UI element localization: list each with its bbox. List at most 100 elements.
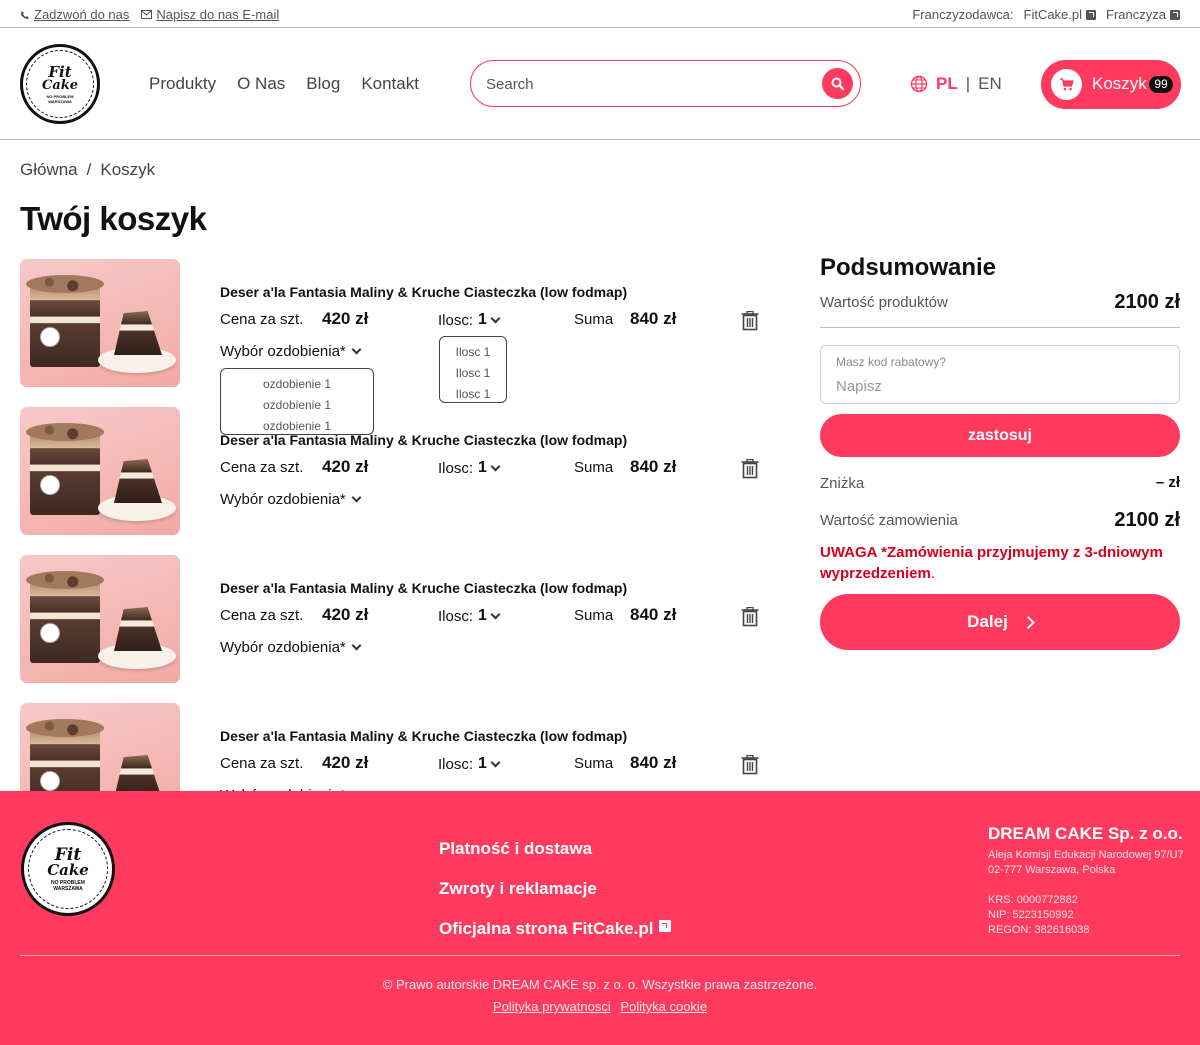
chevron-down-icon [351,344,362,355]
item-sum: 840 zł [630,457,677,476]
cookie-policy-link[interactable]: Polityka cookie [620,999,707,1014]
quantity-select[interactable]: Ilosc: 1 [438,311,501,329]
next-button[interactable]: Dalej [820,594,1180,650]
quantity-select[interactable]: Ilosc: 1 [438,459,501,477]
nav-blog[interactable]: Blog [306,74,340,94]
trash-icon[interactable] [741,607,759,627]
products-value-label: Wartość produktów [820,294,948,311]
chevron-down-icon [490,609,501,619]
company-info: DREAM CAKE Sp. z o.o. Aleja Komisji Eduk… [988,824,1188,938]
policy-links: Polityka prywatnosci Polityka cookie [0,999,1200,1014]
quantity-value: 1 [478,607,487,624]
franchise-link-label: Franczyza [1106,7,1166,22]
item-sum: 840 zł [630,753,677,772]
sum-label: Suma [574,311,614,328]
official-site-link[interactable]: Oficjalna strona FitCake.pl [439,909,672,949]
sum-label: Suma [574,755,614,772]
franchise-links: Franczyzodawca: FitCake.pl Franczyza [912,7,1180,22]
coupon-label: Masz kod rabatowy? [836,355,947,369]
nav-produkty[interactable]: Produkty [149,74,216,94]
call-link[interactable]: Zadzwoń do nas [20,7,129,22]
company-regon: REGON: 382616038 [988,924,1090,936]
top-bar: Zadzwoń do nas Napisz do nas E-mail Fran… [0,0,1200,28]
order-value-label: Wartość zamowienia [820,512,958,529]
quantity-option[interactable]: Ilosc 1 [440,342,506,363]
franchise-link[interactable]: Franczyza [1106,7,1180,22]
lang-separator: | [965,74,971,93]
breadcrumb-home[interactable]: Główna [20,160,78,180]
logo-tagline-1: NO PROBLEM [51,879,85,886]
footer: Fit Cake NO PROBLEM WARSZAWA Platność i … [0,791,1200,1045]
quantity-select[interactable]: Ilosc: 1 [438,607,501,625]
sum-label: Suma [574,459,614,476]
decoration-select[interactable]: Wybór ozdobienia* [220,343,362,360]
footer-logo[interactable]: Fit Cake NO PROBLEM WARSZAWA [21,822,115,916]
product-image[interactable] [20,259,180,387]
fitcake-link[interactable]: FitCake.pl [1024,7,1097,22]
search-button[interactable] [822,68,853,99]
privacy-policy-link[interactable]: Polityka prywatnosci [493,999,611,1014]
footer-divider [20,955,1180,956]
logo-tagline-1: NO PROBLEM [46,93,74,99]
warning-prefix: UWAGA [820,544,877,561]
cart-count-badge: 99 [1149,76,1173,93]
search-input[interactable] [486,73,816,95]
fitcake-link-label: FitCake.pl [1023,7,1083,22]
cart-label: Koszyk [1092,74,1147,93]
decoration-option[interactable]: ozdobienie 1 [221,395,373,416]
discount-row: Zniżka – zł [820,474,1180,492]
chevron-down-icon [351,492,362,503]
cart-icon [1059,78,1074,91]
decoration-option[interactable]: ozdobienie 1 [221,374,373,395]
product-title[interactable]: Deser a'la Fantasia Maliny & Kruche Cias… [220,284,627,300]
apply-coupon-button[interactable]: zastosuj [820,414,1180,457]
lang-pl[interactable]: PL [936,74,958,94]
nav-o-nas[interactable]: O Nas [237,74,285,94]
decoration-option[interactable]: ozdobienie 1 [221,416,373,437]
mail-icon [141,10,153,19]
breadcrumb-separator: / [86,160,92,179]
product-image[interactable] [20,555,180,683]
next-button-label: Dalej [967,612,1008,631]
quantity-option[interactable]: Ilosc 1 [440,363,506,384]
chevron-right-icon [1021,615,1035,629]
language-switcher: PL | EN [910,74,1002,94]
external-link-icon [659,920,672,932]
logo-text-fit: Fit [48,62,72,81]
copyright: © Prawo autorskie DREAM CAKE sp. z o. o.… [382,977,818,992]
chevron-down-icon [490,313,501,323]
unit-price-label: Cena za szt. [220,459,304,476]
cart-item: Deser a'la Fantasia Maliny & Kruche Cias… [20,407,780,535]
decoration-select[interactable]: Wybór ozdobienia* [220,491,362,508]
order-warning: UWAGA *Zamówienia przyjmujemy z 3-dniowy… [820,542,1180,584]
cart-item: Deser a'la Fantasia Maliny & Kruche Cias… [20,555,780,683]
cart-item: Deser a'la Fantasia Maliny & Kruche Cias… [20,259,780,387]
external-link-icon [1170,9,1180,20]
product-title[interactable]: Deser a'la Fantasia Maliny & Kruche Cias… [220,728,627,744]
product-image[interactable] [20,703,180,791]
cart-icon-circle [1051,69,1082,100]
site-logo[interactable]: Fit Cake NO PROBLEM WARSZAWA [20,44,100,124]
payment-delivery-link[interactable]: Platność i dostawa [439,829,671,869]
quantity-select[interactable]: Ilosc: 1 [438,755,501,773]
sum-label: Suma [574,607,614,624]
cart-button[interactable]: Koszyk 99 [1041,60,1181,109]
quantity-label: Ilosc: [438,755,474,773]
decoration-select[interactable]: Wybór ozdobienia* [220,639,362,656]
company-address-1: Aleja Komisji Edukacji Narodowej 97/U7 [988,849,1184,861]
trash-icon[interactable] [741,311,759,331]
coupon-input[interactable] [836,376,1156,396]
lang-en[interactable]: EN [978,74,1002,94]
product-image[interactable] [20,407,180,535]
search-icon [831,77,844,90]
product-title[interactable]: Deser a'la Fantasia Maliny & Kruche Cias… [220,580,627,596]
call-link-label: Zadzwoń do nas [34,7,130,22]
unit-price-label: Cena za szt. [220,755,304,772]
trash-icon[interactable] [741,755,759,775]
logo-text-fit: Fit [54,844,82,865]
nav-kontakt[interactable]: Kontakt [361,74,419,94]
trash-icon[interactable] [741,459,759,479]
email-link[interactable]: Napisz do nas E-mail [141,7,279,22]
returns-link[interactable]: Zwroty i reklamacje [439,869,671,909]
quantity-option[interactable]: Ilosc 1 [440,384,506,405]
